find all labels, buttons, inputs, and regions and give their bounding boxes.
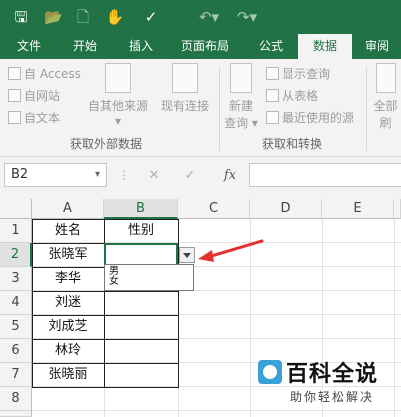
row-header-3[interactable]: 3 [0,267,32,291]
show-queries-label: 显示查询 [282,67,331,81]
cell-a1[interactable]: 姓名 [32,219,104,243]
group-label-get-transform: 获取和转换 [262,137,323,151]
row-header-5[interactable]: 5 [0,315,32,339]
column-header-f[interactable] [394,199,401,219]
undo-icon[interactable]: ↶▾ [198,7,220,27]
row-header-2[interactable]: 2 [0,243,32,267]
more-icon: ⋮ [118,168,131,182]
row-header-7[interactable]: 7 [0,363,32,387]
from-table-button[interactable]: 从表格 [266,87,318,104]
cell-b1[interactable]: 性别 [104,219,178,243]
insert-function-button[interactable]: fx [218,166,242,186]
group-label-external-data: 获取外部数据 [70,137,143,151]
recent-sources-label: 最近使用的源 [282,111,355,125]
cell-a4[interactable]: 刘迷 [32,291,104,315]
from-text-label: 自文本 [24,111,61,125]
new-query-button[interactable]: 新建 查询 ▾ [224,63,258,131]
baike-logo-icon [258,360,282,384]
quick-access-toolbar: 🖫 📂 🗋 ✋▾ ✓ ↶▾ ↷▾ [0,0,401,46]
column-header-a[interactable]: A [32,199,104,219]
from-web-label: 自网站 [24,89,61,103]
text-file-icon [8,111,21,124]
show-queries-button[interactable]: 显示查询 [266,65,330,82]
globe-icon [8,89,21,102]
enter-icon[interactable]: ✓ [176,166,204,186]
table-icon [266,89,279,102]
new-query-label: 新建 [228,99,253,113]
tab-data[interactable]: 数据 [298,34,352,59]
watermark-title: 百科全说 [286,362,379,387]
cell-a6[interactable]: 林玲 [32,339,104,363]
redo-icon[interactable]: ↷▾ [236,7,258,27]
watermark: 百科全说 助你轻松解决 [258,356,393,408]
database-icon [8,67,21,80]
cell-a2[interactable]: 张晓军 [32,243,104,267]
select-all-corner[interactable] [0,199,32,219]
new-file-icon[interactable]: 🗋 [74,7,92,27]
show-queries-icon [266,67,279,80]
row-header-1[interactable]: 1 [0,219,32,243]
arrow-head [198,250,214,262]
folder-open-icon[interactable]: 📂 [44,7,63,27]
tab-file[interactable]: 文件 [8,34,50,59]
name-box[interactable]: B2 ▾ [4,163,107,187]
cell-a5[interactable]: 刘成芝 [32,315,104,339]
from-access-button[interactable]: 自 Access [8,65,81,82]
name-box-value: B2 [11,167,29,182]
dropdown-arrow-button[interactable] [179,247,195,263]
tab-home[interactable]: 开始 [64,34,106,59]
tab-formulas[interactable]: 公式 [250,34,292,59]
connections-icon [172,63,198,93]
row-header-8[interactable]: 8 [0,387,32,411]
recent-sources-button[interactable]: 最近使用的源 [266,109,354,126]
other-sources-icon [105,63,131,93]
ribbon-separator [366,67,367,151]
from-web-button[interactable]: 自网站 [8,87,60,104]
row-header-9[interactable] [0,411,32,417]
column-header-e[interactable]: E [322,199,394,219]
column-header-d[interactable]: D [250,199,322,219]
ribbon-separator [219,67,220,151]
arrow-shaft [206,239,264,259]
ribbon-tabs: 文件 开始 插入 页面布局 公式 数据 审阅 [0,34,401,59]
cancel-icon[interactable]: ✕ [140,166,168,186]
from-other-sources-button[interactable]: 自其他来源 ▾ [86,63,150,128]
tab-review[interactable]: 审阅 [356,34,398,59]
gridline [394,219,395,417]
refresh-all-button[interactable]: 全部刷 [370,63,401,131]
row-header-4[interactable]: 4 [0,291,32,315]
column-header-c[interactable]: C [178,199,250,219]
tab-page-layout[interactable]: 页面布局 [172,34,238,59]
ribbon-panel: 自 Access 自网站 自文本 自其他来源 ▾ 现有连接 获取外部数据 新建 … [0,59,401,157]
new-query-sub-label: 查询 [224,116,249,130]
new-query-icon [230,63,252,93]
tab-insert[interactable]: 插入 [120,34,162,59]
existing-connections-label: 现有连接 [160,99,209,113]
from-text-button[interactable]: 自文本 [8,109,60,126]
save-icon[interactable]: 🖫 [12,7,30,27]
cell-a3[interactable]: 李华 [32,267,104,291]
chevron-down-icon[interactable]: ▾ [95,164,100,186]
watermark-subtitle: 助你轻松解决 [290,390,375,404]
validation-dropdown-list[interactable]: 男 女 [104,264,194,291]
from-access-label: 自 Access [24,67,81,81]
cell-a7[interactable]: 张晓丽 [32,363,104,387]
red-arrow-annotation [198,239,264,262]
column-header-b[interactable]: B [104,199,178,219]
row-header-6[interactable]: 6 [0,339,32,363]
spell-check-icon[interactable]: ✓ [140,7,162,27]
dropdown-option-female[interactable]: 女 [109,276,119,287]
recent-sources-icon [266,111,279,124]
touch-mode-icon[interactable]: ✋▾ [104,7,126,46]
refresh-icon [375,63,396,93]
from-table-label: 从表格 [282,89,319,103]
existing-connections-button[interactable]: 现有连接 [156,63,214,114]
formula-input[interactable] [249,163,401,187]
from-other-sources-label: 自其他来源 [87,99,148,113]
refresh-all-label: 全部刷 [373,99,398,130]
gridline [32,410,401,411]
